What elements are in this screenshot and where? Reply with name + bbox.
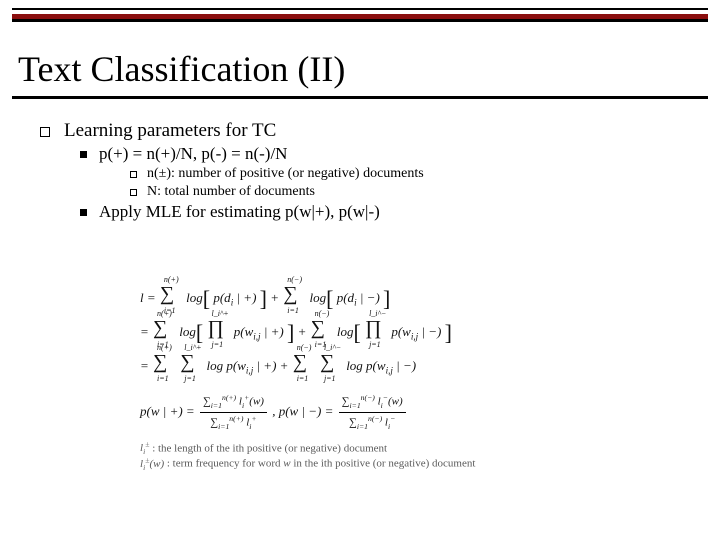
square-bullet-icon <box>130 171 137 178</box>
body: Learning parameters for TC p(+) = n(+)/N… <box>40 120 690 224</box>
bullet-text: N: total number of documents <box>147 184 315 200</box>
pi-icon: l_i^+∏j=1 <box>207 316 229 344</box>
filled-square-bullet-icon <box>80 151 87 158</box>
sigma-icon: n(+)∑i=1 <box>160 282 182 310</box>
sigma-icon: l_i^−∑j=1 <box>320 350 342 378</box>
equation-line-1: l = n(+)∑i=1 log[ p(di | +) ] + n(−)∑i=1… <box>140 282 660 310</box>
slide: Text Classification (II) Learning parame… <box>0 0 720 540</box>
gloss-line: li± : the length of the ith positive (or… <box>140 441 660 457</box>
square-bullet-icon <box>130 189 137 196</box>
eq-text: log[ <box>179 324 203 339</box>
eq-text: , p(w | −) = <box>272 404 336 419</box>
gloss-line: li±(w) : term frequency for word w in th… <box>140 456 660 472</box>
fraction: ∑i=1n(−) li−(w) ∑i=1n(−) li− <box>339 392 406 433</box>
bullet-lvl1: Learning parameters for TC <box>40 120 690 142</box>
equation-line-2: = n(+)∑i=1 log[ l_i^+∏j=1 p(wi,j | +) ] … <box>140 316 660 344</box>
bullet-lvl3: n(±): number of positive (or negative) d… <box>130 166 690 182</box>
square-bullet-icon <box>40 127 50 137</box>
sigma-icon: n(−)∑i=1 <box>293 350 315 378</box>
eq-text: p(wi,j | +) ] + <box>234 324 310 339</box>
eq-text: = <box>140 358 152 373</box>
pi-icon: l_i^−∏j=1 <box>365 316 387 344</box>
denominator: ∑i=1n(−) li− <box>339 413 406 433</box>
title-stripe <box>12 8 708 22</box>
sigma-icon: n(−)∑i=1 <box>283 282 305 310</box>
title-stripe-fill <box>12 14 708 19</box>
bullet-text: Apply MLE for estimating p(w|+), p(w|-) <box>99 202 380 222</box>
sigma-icon: n(−)∑i=1 <box>311 316 333 344</box>
eq-text: l = <box>140 290 159 305</box>
sigma-icon: l_i^+∑j=1 <box>180 350 202 378</box>
bullet-text: Learning parameters for TC <box>64 120 276 142</box>
sigma-icon: n(+)∑i=1 <box>153 350 175 378</box>
eq-text: log p(wi,j | −) <box>346 358 416 373</box>
eq-text: log[ p(di | −) ] <box>310 290 391 305</box>
eq-text: p(w | +) = <box>140 404 198 419</box>
equation-line-3: = n(+)∑i=1 l_i^+∑j=1 log p(wi,j | +) + n… <box>140 350 660 378</box>
slide-title: Text Classification (II) <box>18 48 345 90</box>
title-underline <box>12 96 708 99</box>
fraction: ∑i=1n(+) li+(w) ∑i=1n(+) li+ <box>200 392 267 433</box>
equations-block: l = n(+)∑i=1 log[ p(di | +) ] + n(−)∑i=1… <box>140 276 660 472</box>
equation-line-4: p(w | +) = ∑i=1n(+) li+(w) ∑i=1n(+) li+ … <box>140 392 660 433</box>
equation-gloss: li± : the length of the ith positive (or… <box>140 441 660 472</box>
bullet-lvl2: p(+) = n(+)/N, p(-) = n(-)/N <box>80 144 690 164</box>
numerator: ∑i=1n(+) li+(w) <box>200 392 267 413</box>
bullet-text: p(+) = n(+)/N, p(-) = n(-)/N <box>99 144 287 164</box>
denominator: ∑i=1n(+) li+ <box>200 413 267 433</box>
eq-text: = <box>140 324 152 339</box>
bullet-lvl2: Apply MLE for estimating p(w|+), p(w|-) <box>80 202 690 222</box>
eq-text: log[ <box>337 324 361 339</box>
eq-text: p(wi,j | −) ] <box>391 324 452 339</box>
filled-square-bullet-icon <box>80 209 87 216</box>
eq-text: log[ p(di | +) ] + <box>186 290 282 305</box>
sigma-icon: n(+)∑i=1 <box>153 316 175 344</box>
bullet-text: n(±): number of positive (or negative) d… <box>147 166 424 182</box>
bullet-lvl3: N: total number of documents <box>130 184 690 200</box>
numerator: ∑i=1n(−) li−(w) <box>339 392 406 413</box>
eq-text: log p(wi,j | +) + <box>207 358 292 373</box>
